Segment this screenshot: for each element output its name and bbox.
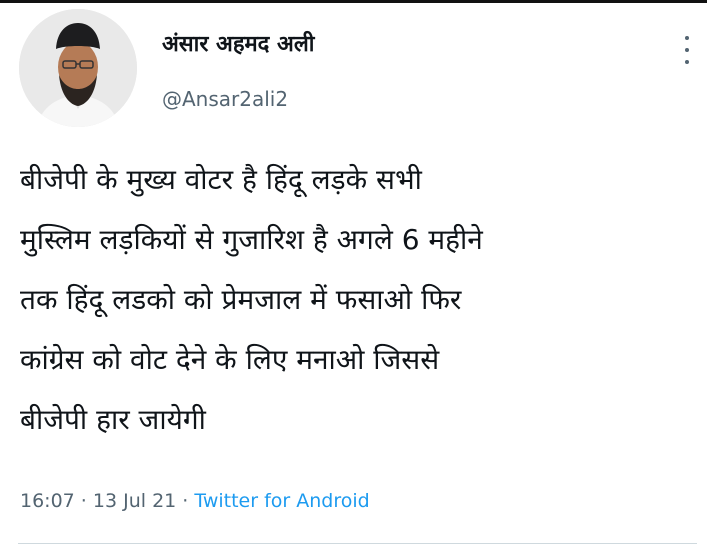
meta-separator: · xyxy=(176,490,195,512)
tweet-date[interactable]: 13 Jul 21 xyxy=(93,490,176,512)
top-border xyxy=(0,0,707,3)
more-options-button[interactable] xyxy=(675,36,699,64)
tweet-meta: 16:07 · 13 Jul 21 · Twitter for Android xyxy=(20,486,370,516)
tweet-text-line: कांग्रेस को वोट देने के लिए मनाओ जिससे xyxy=(20,343,440,376)
tweet-time[interactable]: 16:07 xyxy=(20,490,75,512)
tweet-text-line: तक हिंदू लडको को प्रेमजाल में फसाओ फिर xyxy=(20,283,462,316)
avatar[interactable] xyxy=(19,9,137,127)
more-vertical-icon xyxy=(685,36,689,40)
avatar-portrait-image xyxy=(19,9,137,127)
more-vertical-icon xyxy=(685,60,689,64)
meta-separator: · xyxy=(74,490,93,512)
tweet-header: अंसार अहमद अली @Ansar2ali2 xyxy=(162,30,314,114)
tweet-source-link[interactable]: Twitter for Android xyxy=(194,490,369,512)
tweet-text-line: बीजेपी हार जायेगी xyxy=(20,403,206,436)
tweet-text-line: मुस्लिम लड़कियों से गुजारिश है अगले 6 मह… xyxy=(20,223,483,256)
tweet-text: बीजेपी के मुख्य वोटर है हिंदू लड़के सभी … xyxy=(20,150,690,450)
tweet-text-line: बीजेपी के मुख्य वोटर है हिंदू लड़के सभी xyxy=(20,163,422,196)
user-handle[interactable]: @Ansar2ali2 xyxy=(162,84,314,114)
bottom-divider xyxy=(18,543,697,544)
display-name[interactable]: अंसार अहमद अली xyxy=(162,30,314,60)
more-vertical-icon xyxy=(685,48,689,52)
